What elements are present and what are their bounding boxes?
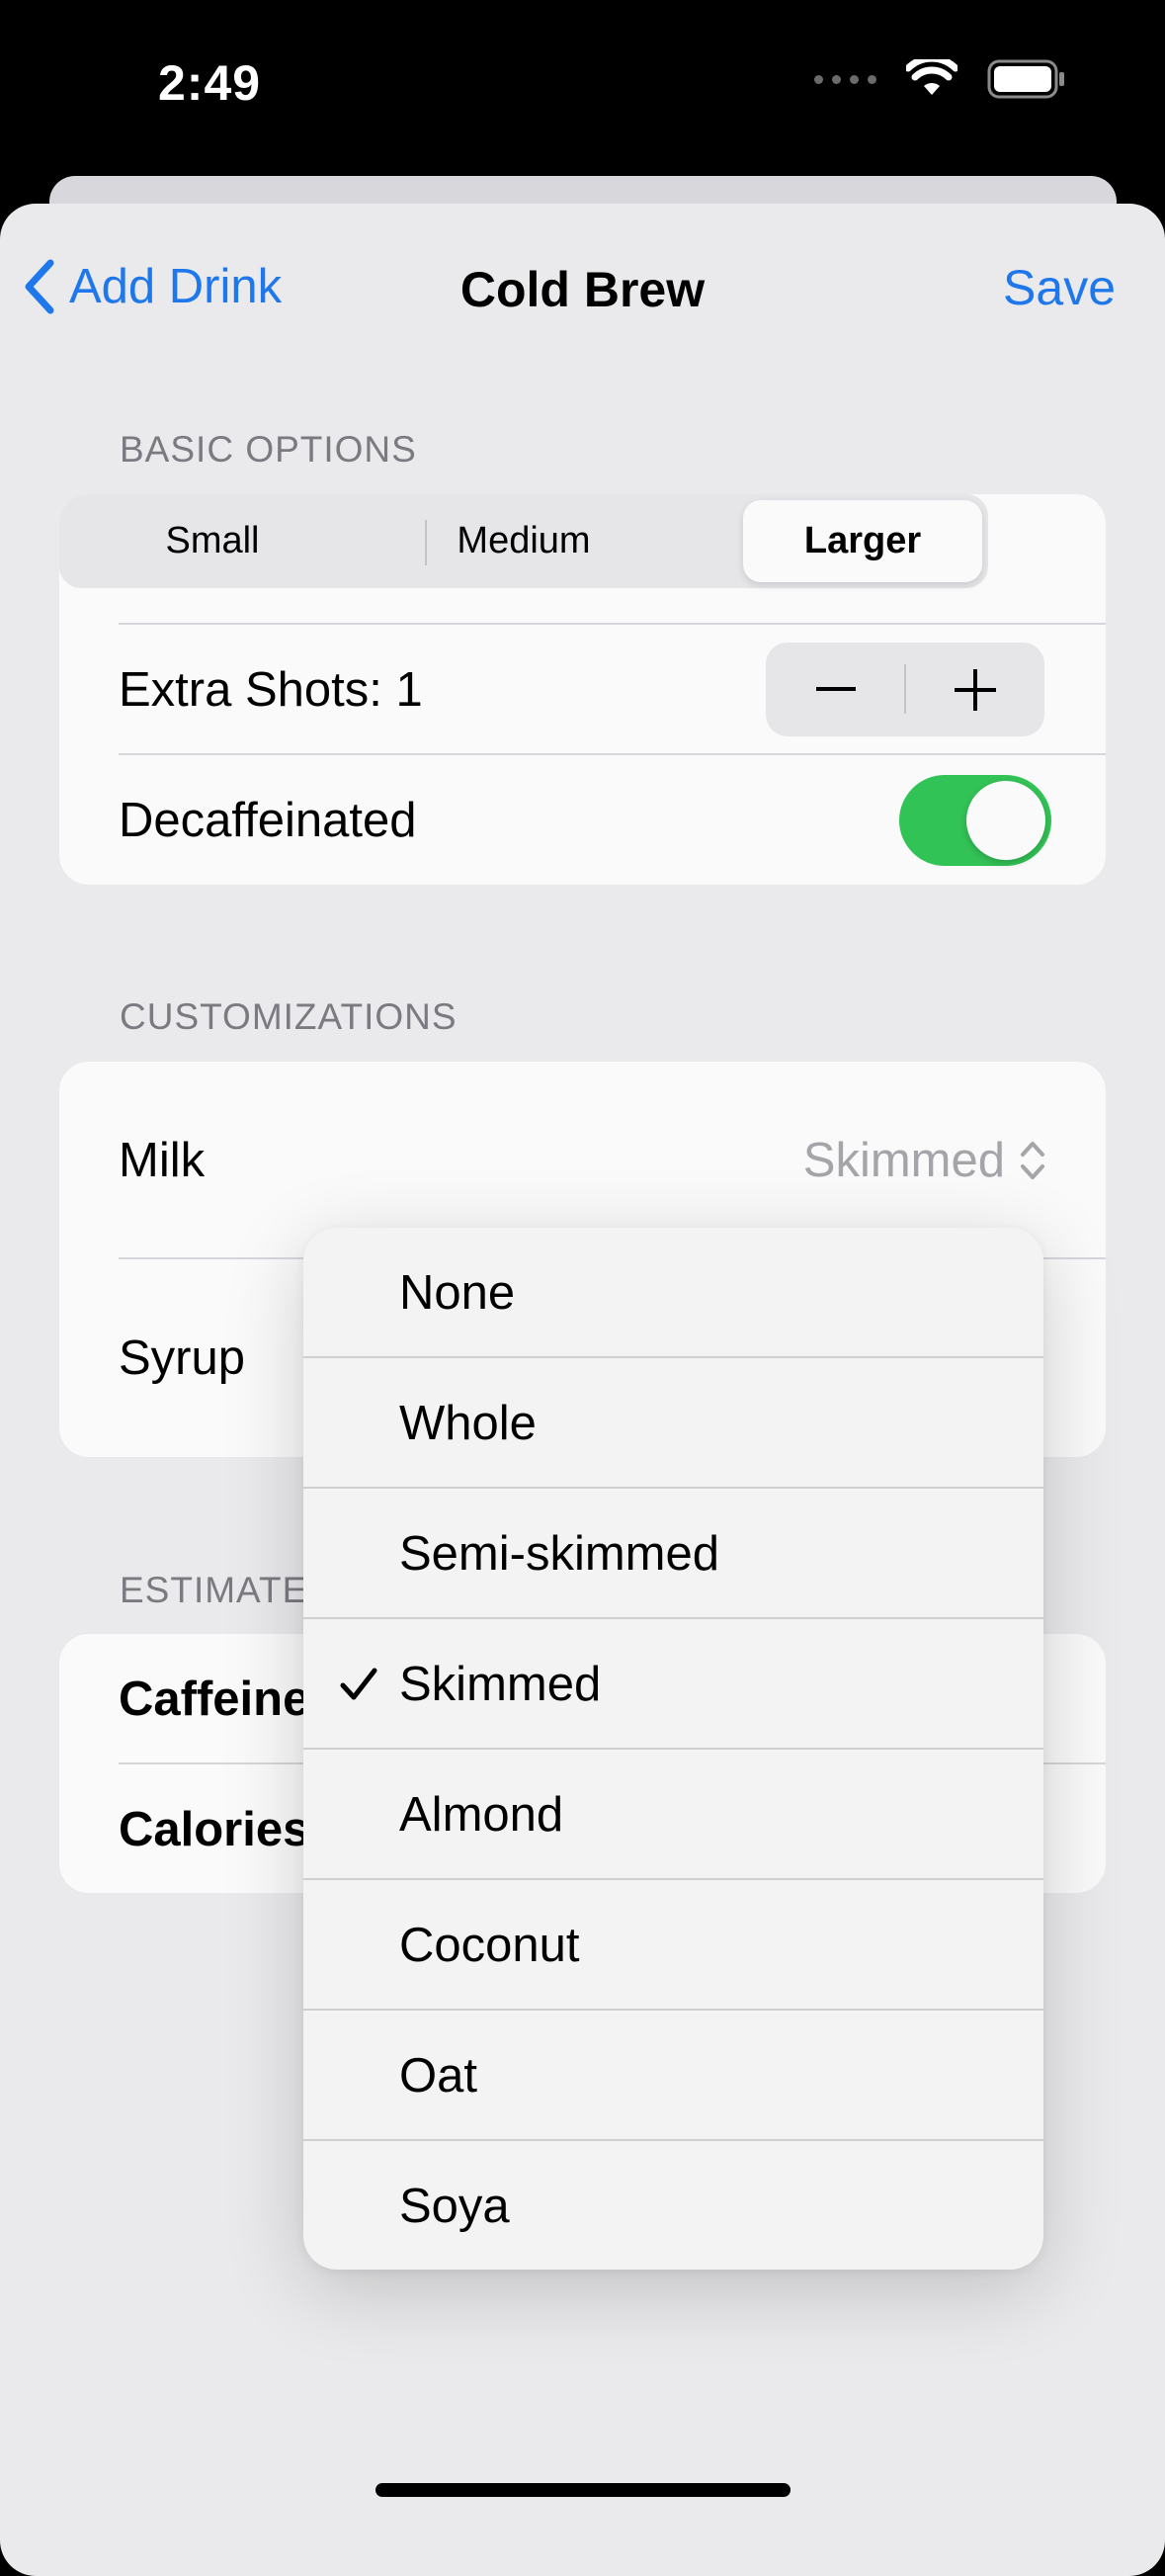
syrup-label: Syrup: [119, 1331, 246, 1385]
home-indicator[interactable]: [375, 2483, 791, 2497]
wifi-icon: [906, 59, 957, 95]
menu-item-label: Whole: [399, 1397, 537, 1450]
basic-options-card: Small Medium Larger Extra Shots: 1 Decaf…: [59, 494, 1106, 885]
section-header-basic-options: BASIC OPTIONS: [120, 429, 417, 470]
calories-label: Calories: [119, 1803, 310, 1856]
milk-label: Milk: [119, 1134, 206, 1187]
segment-small[interactable]: Small: [59, 494, 366, 588]
increment-button[interactable]: [905, 643, 1044, 736]
menu-item-none[interactable]: None: [303, 1228, 1043, 1358]
status-indicators: [814, 59, 1066, 99]
checkmark-icon: [339, 1619, 378, 1750]
menu-item-label: Oat: [399, 2049, 477, 2103]
segment-medium[interactable]: Medium: [371, 494, 677, 588]
save-button[interactable]: Save: [1003, 259, 1116, 316]
menu-item-semi-skimmed[interactable]: Semi-skimmed: [303, 1489, 1043, 1619]
extra-shots-stepper: [766, 643, 1044, 736]
section-header-customizations: CUSTOMIZATIONS: [120, 996, 458, 1037]
menu-item-skimmed[interactable]: Skimmed: [303, 1619, 1043, 1750]
menu-item-oat[interactable]: Oat: [303, 2011, 1043, 2141]
chevron-up-down-icon: [1021, 1142, 1044, 1179]
page-title: Cold Brew: [459, 262, 706, 317]
size-segmented-control: Small Medium Larger: [59, 494, 988, 588]
menu-item-almond[interactable]: Almond: [303, 1750, 1043, 1880]
row-divider: [119, 623, 1106, 625]
caffeine-label: Caffeine: [119, 1673, 310, 1726]
menu-item-label: Coconut: [399, 1919, 580, 1972]
section-header-estimates: ESTIMATE: [120, 1570, 308, 1610]
battery-icon: [987, 59, 1064, 99]
menu-item-label: Almond: [399, 1788, 564, 1842]
milk-options-menu: None Whole Semi-skimmed Skimmed Almond C…: [303, 1228, 1043, 2270]
decrement-button[interactable]: [766, 643, 905, 736]
plus-icon: [954, 668, 996, 711]
row-divider: [119, 753, 1106, 755]
status-time: 2:49: [158, 55, 262, 111]
menu-item-label: Semi-skimmed: [399, 1527, 719, 1581]
milk-picker[interactable]: Skimmed: [803, 1133, 1046, 1188]
decaffeinated-toggle[interactable]: [899, 775, 1051, 866]
decaffeinated-label: Decaffeinated: [119, 794, 417, 847]
minus-icon: [815, 686, 856, 691]
menu-item-coconut[interactable]: Coconut: [303, 1880, 1043, 2011]
menu-item-label: Skimmed: [399, 1658, 602, 1711]
cellular-signal-icon: [814, 74, 876, 84]
menu-item-label: None: [399, 1266, 516, 1320]
segment-larger[interactable]: Larger: [743, 500, 982, 582]
extra-shots-label: Extra Shots: 1: [119, 663, 423, 717]
milk-picker-value: Skimmed: [802, 1134, 1005, 1187]
menu-item-whole[interactable]: Whole: [303, 1358, 1043, 1489]
menu-item-soya[interactable]: Soya: [303, 2141, 1043, 2270]
toggle-knob: [966, 781, 1045, 860]
menu-item-label: Soya: [399, 2180, 510, 2233]
